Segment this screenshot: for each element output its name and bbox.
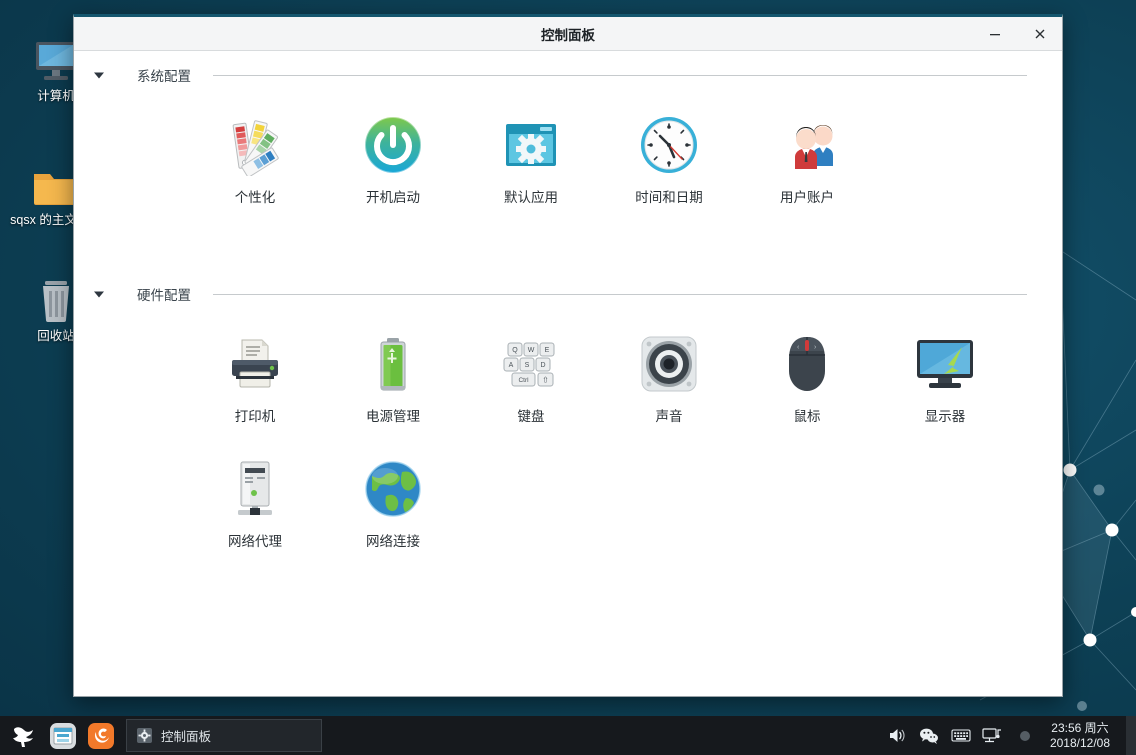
cp-item-label: 打印机 <box>234 409 276 424</box>
volume-tray-icon[interactable] <box>882 721 912 751</box>
cp-item-network-proxy[interactable]: 网络代理 <box>186 453 324 552</box>
cp-item-label: 开机启动 <box>366 190 420 205</box>
svg-text:D: D <box>540 362 545 369</box>
file-manager-icon <box>50 722 76 749</box>
window-gear-icon <box>499 113 563 177</box>
collapse-toggle-system[interactable] <box>88 71 110 80</box>
chevron-down-icon <box>94 72 104 78</box>
cp-item-label: 网络代理 <box>228 534 282 549</box>
cp-item-personalization[interactable]: 个性化 <box>186 109 324 208</box>
clock-time: 23:56 周六 <box>1051 720 1109 735</box>
cp-item-datetime[interactable]: 时间和日期 <box>600 109 738 208</box>
taskbar-launchers <box>0 719 118 753</box>
cp-item-user-accounts[interactable]: 用户账户 <box>738 109 876 208</box>
cp-item-label: 时间和日期 <box>635 190 703 205</box>
cp-item-default-apps[interactable]: 默认应用 <box>462 109 600 208</box>
cp-item-label: 默认应用 <box>504 190 558 205</box>
palette-icon <box>223 113 287 177</box>
network-tray-icon[interactable] <box>978 721 1008 751</box>
icon-grid-system: 个性化 开机启动 默认应用 时间和日期 用户账户 <box>74 93 1062 234</box>
minimize-icon <box>989 33 1000 35</box>
cp-item-label: 鼠标 <box>793 409 821 424</box>
file-manager-button[interactable] <box>46 719 80 753</box>
close-icon <box>1035 29 1044 38</box>
cp-item-label: 用户账户 <box>780 190 834 205</box>
cp-item-label: 键盘 <box>517 409 545 424</box>
section-title: 硬件配置 <box>137 288 191 303</box>
cp-item-mouse[interactable]: ‹ › 鼠标 <box>738 328 876 427</box>
users-icon <box>775 113 839 177</box>
cp-item-network-connection[interactable]: 网络连接 <box>324 453 462 552</box>
cp-item-label: 电源管理 <box>366 409 420 424</box>
clock-date: 2018/12/08 <box>1049 735 1110 750</box>
minimize-button[interactable] <box>972 17 1017 50</box>
taskbar: 控制面板 23:56 周六 2018/12/08 <box>0 716 1136 755</box>
collapse-toggle-hardware[interactable] <box>88 290 110 299</box>
mouse-icon: ‹ › <box>775 332 839 396</box>
wechat-tray-icon[interactable] <box>914 721 944 751</box>
input-method-tray-icon[interactable] <box>946 721 976 751</box>
power-icon <box>361 113 425 177</box>
cp-item-startup[interactable]: 开机启动 <box>324 109 462 208</box>
svg-text:E: E <box>545 347 550 354</box>
svg-text:S: S <box>525 362 530 369</box>
icon-grid-hardware: 打印机 电源管理 Q W E A S D Ctrl ⇧ 键盘 声音 ‹ › 鼠标… <box>74 312 1062 578</box>
show-desktop-button[interactable] <box>1126 716 1136 755</box>
firefox-button[interactable] <box>84 719 118 753</box>
cp-item-label: 个性化 <box>234 190 276 205</box>
globe-icon <box>361 457 425 521</box>
cp-item-label: 网络连接 <box>366 534 420 549</box>
cp-item-printer[interactable]: 打印机 <box>186 328 324 427</box>
printer-icon <box>223 332 287 396</box>
keyboard-icon: Q W E A S D Ctrl ⇧ <box>499 332 563 396</box>
chevron-down-icon <box>94 291 104 297</box>
start-menu-button[interactable] <box>8 719 42 753</box>
speaker-icon <box>637 332 701 396</box>
cp-item-sound[interactable]: 声音 <box>600 328 738 427</box>
svg-text:A: A <box>509 362 514 369</box>
firefox-icon <box>88 722 114 749</box>
server-icon <box>223 457 287 521</box>
close-button[interactable] <box>1017 17 1062 50</box>
cp-item-keyboard[interactable]: Q W E A S D Ctrl ⇧ 键盘 <box>462 328 600 427</box>
svg-text:Q: Q <box>512 347 518 354</box>
clock-icon <box>637 113 701 177</box>
task-button-control-panel[interactable]: 控制面板 <box>126 719 322 752</box>
section-header-system: 系统配置 <box>74 57 1062 93</box>
section-header-hardware: 硬件配置 <box>74 276 1062 312</box>
cp-item-power-management[interactable]: 电源管理 <box>324 328 462 427</box>
cp-item-display[interactable]: 显示器 <box>876 328 1014 427</box>
control-panel-window: 控制面板 系统配置 个性化 开机启动 默认应用 时间和日期 用户账户 硬件配置 … <box>73 14 1063 697</box>
section-hardware: 硬件配置 打印机 电源管理 Q W E A S D Ctrl ⇧ 键盘 声音 ‹… <box>74 270 1062 578</box>
task-button-label: 控制面板 <box>161 730 212 744</box>
section-divider <box>213 293 1027 295</box>
window-title: 控制面板 <box>541 27 595 43</box>
gear-icon <box>137 728 152 743</box>
cp-item-label: 声音 <box>655 409 683 424</box>
tray-overflow-dot[interactable] <box>1010 721 1040 751</box>
display-icon <box>913 332 977 396</box>
section-divider <box>213 74 1027 76</box>
fox-logo-icon <box>13 726 33 747</box>
window-titlebar[interactable]: 控制面板 <box>74 17 1062 51</box>
window-controls <box>972 17 1062 50</box>
svg-text:W: W <box>528 347 535 354</box>
system-tray: 23:56 周六 2018/12/08 <box>882 721 1126 751</box>
clock[interactable]: 23:56 周六 2018/12/08 <box>1042 721 1120 751</box>
section-title: 系统配置 <box>137 69 191 84</box>
battery-icon <box>361 332 425 396</box>
cp-item-label: 显示器 <box>924 409 966 424</box>
section-system: 系统配置 个性化 开机启动 默认应用 时间和日期 用户账户 <box>74 51 1062 234</box>
control-panel-content: 系统配置 个性化 开机启动 默认应用 时间和日期 用户账户 硬件配置 打印机 电… <box>74 51 1062 696</box>
svg-text:Ctrl: Ctrl <box>518 377 529 384</box>
taskbar-tasks: 控制面板 <box>126 719 322 752</box>
svg-text:⇧: ⇧ <box>542 376 549 385</box>
